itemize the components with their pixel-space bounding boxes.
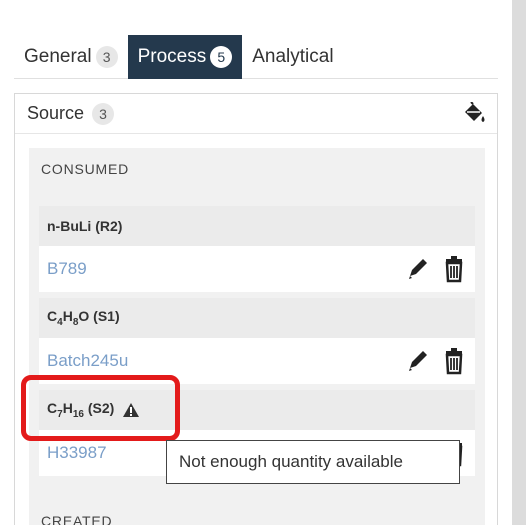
consumed-item-header: n-BuLi (R2) xyxy=(39,206,475,246)
tab-bar: General 3 Process 5 Analytical xyxy=(14,35,498,79)
tab-analytical[interactable]: Analytical xyxy=(242,35,343,79)
batch-link[interactable]: H33987 xyxy=(47,443,107,463)
tab-general-count: 3 xyxy=(95,46,118,68)
consumed-item-header: C4H8O (S1) xyxy=(39,298,475,338)
edit-icon[interactable] xyxy=(405,255,431,283)
tooltip: Not enough quantity available xyxy=(166,440,460,484)
source-count: 3 xyxy=(92,102,115,125)
paint-bucket-icon[interactable] xyxy=(461,102,487,126)
trash-icon[interactable] xyxy=(441,347,467,375)
tab-process-count: 5 xyxy=(210,46,233,68)
item-name: C4H8O (S1) xyxy=(47,308,120,328)
consumed-item-row: B789 xyxy=(39,246,475,292)
highlight-box xyxy=(21,375,180,441)
source-label: Source xyxy=(27,103,85,123)
tab-general-label: General xyxy=(24,46,92,67)
batch-link[interactable]: Batch245u xyxy=(47,351,128,371)
trash-icon[interactable] xyxy=(441,255,467,283)
scrollbar[interactable] xyxy=(512,0,526,525)
batch-link[interactable]: B789 xyxy=(47,259,87,279)
tab-analytical-label: Analytical xyxy=(252,46,334,67)
source-header[interactable]: Source 3 xyxy=(15,94,497,134)
created-title: CREATED xyxy=(41,513,113,525)
created-section: CREATED xyxy=(29,500,485,525)
item-name: n-BuLi (R2) xyxy=(47,218,123,234)
tab-process-label: Process xyxy=(137,46,207,67)
tooltip-text: Not enough quantity available xyxy=(179,452,403,471)
tab-process[interactable]: Process 5 xyxy=(127,35,243,79)
tab-general[interactable]: General 3 xyxy=(14,35,128,79)
consumed-title: CONSUMED xyxy=(41,161,130,177)
edit-icon[interactable] xyxy=(405,347,431,375)
